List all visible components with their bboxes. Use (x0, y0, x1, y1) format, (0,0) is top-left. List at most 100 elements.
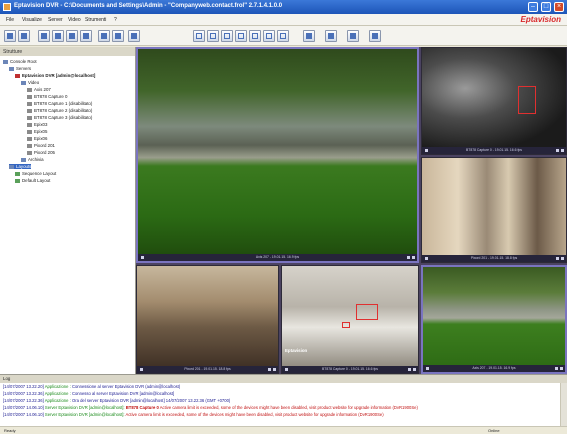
layout-2x2-icon[interactable] (207, 30, 219, 42)
layout-1p7-icon[interactable] (263, 30, 275, 42)
camera-icon (27, 123, 32, 127)
camera-icon (426, 367, 429, 370)
camera-caption: BT878 Capture 0 - 19.01.15. 16.6 fps (466, 148, 522, 152)
video-grid: Axis 207 - 19.01.15. 16.9 fps BT878 Capt… (136, 47, 567, 374)
tree-node-camera[interactable]: Epix06 (27, 136, 47, 141)
status-connection: Online (488, 428, 500, 433)
tree-node-camera[interactable]: BT878 Capture 0 (27, 94, 67, 99)
zoom-icon[interactable] (325, 30, 337, 42)
audio-icon (561, 257, 564, 260)
structure-panel: Strutture Console Root Servers Eptavisio… (0, 47, 136, 374)
tree-node-camera[interactable]: Epix05 (27, 129, 47, 134)
tree-node-camera[interactable]: Axis 207 (27, 87, 51, 92)
camera-icon (27, 137, 32, 141)
log-scrollbar[interactable] (560, 383, 567, 427)
tree-node-servers[interactable]: Servers (9, 66, 31, 71)
motion-detection-box (342, 322, 350, 328)
log-line: [14/07/2007 13.22.36] Applicazione : Con… (3, 391, 175, 396)
tree-node-layout[interactable]: Sequence Layout (15, 171, 56, 176)
record-icon (408, 368, 411, 371)
camera-tile[interactable]: Pixord 201 - 19.01.15. 18.8 fps (136, 265, 279, 374)
camera-tile[interactable]: Pixord 201 - 19.01.15. 18.8 fps (421, 157, 567, 263)
camera-feed-image (137, 266, 278, 368)
audio-icon (412, 256, 415, 259)
settings-icon[interactable] (98, 30, 110, 42)
ptz-icon[interactable] (369, 30, 381, 42)
layout-icon (15, 172, 20, 176)
camera-icon (425, 257, 428, 260)
camera-icon (140, 368, 143, 371)
folder-icon (9, 67, 14, 71)
folder-icon (3, 60, 8, 64)
window-title: Eptavision DVR - C:\Documents and Settin… (14, 3, 283, 9)
tree-node-layouts[interactable]: Layouts (9, 164, 32, 169)
brand-logo: Eptavision (520, 15, 561, 24)
tree-node-server[interactable]: Eptavision DVR [admin@localhost] (15, 73, 95, 78)
monitor-icon[interactable] (303, 30, 315, 42)
menu-video[interactable]: Video (68, 17, 81, 23)
layout-3x3-icon[interactable] (221, 30, 233, 42)
playback-icon[interactable] (80, 30, 92, 42)
camera-icon (27, 130, 32, 134)
camera-tile[interactable]: BT878 Capture 0 - 19.01.15. 16.6 fps (421, 47, 567, 155)
log-line: [14/07/2007 14.06.10] Server Eptavision … (3, 405, 418, 410)
camera-feed-image (422, 158, 566, 257)
tree-node-camera[interactable]: Epix03 (27, 122, 47, 127)
structure-panel-header: Strutture (0, 47, 135, 56)
record-icon (555, 367, 558, 370)
minimize-button[interactable]: – (528, 2, 538, 12)
fullscreen-icon[interactable] (38, 30, 50, 42)
close-button[interactable]: × (554, 2, 564, 12)
camera-caption: BT878 Capture 0 - 19.01.15. 16.6 fps (322, 367, 378, 371)
tree-node-layout[interactable]: Default Layout (15, 178, 50, 183)
tree-node-console-root[interactable]: Console Root (3, 59, 37, 64)
menu-bar: File Visualize Server Video Strumenti ? … (0, 14, 567, 26)
tree-node-camera[interactable]: Pixord 205 (27, 150, 55, 155)
status-text: Ready (4, 428, 16, 433)
camera-icon (285, 368, 288, 371)
log-console: Log [14/07/2007 13.22.20] Applicazione :… (0, 374, 567, 427)
layout-1p5-icon[interactable] (249, 30, 261, 42)
camera-icon (27, 116, 32, 120)
tree-node-archive[interactable]: Archivia (21, 157, 44, 162)
camera-feed-image (422, 48, 566, 149)
tree-node-camera[interactable]: BT878 Capture 1 (disabilitato) (27, 101, 92, 106)
record-icon[interactable] (66, 30, 78, 42)
sequence-icon[interactable] (347, 30, 359, 42)
maximize-button[interactable]: □ (541, 2, 551, 12)
menu-tools[interactable]: Strumenti (85, 17, 106, 23)
menu-file[interactable]: File (6, 17, 14, 23)
network-icon[interactable] (128, 30, 140, 42)
camera-tile[interactable]: Eptavision BT878 Capture 0 - 19.01.15. 1… (281, 265, 419, 374)
menu-server[interactable]: Server (48, 17, 63, 23)
menu-visualize[interactable]: Visualize (22, 17, 42, 23)
save-icon[interactable] (18, 30, 30, 42)
overlay-brand: Eptavision (285, 348, 308, 353)
layout-1x1-icon[interactable] (193, 30, 205, 42)
layout-custom-icon[interactable] (277, 30, 289, 42)
tree-node-camera[interactable]: BT878 Capture 3 (disabilitato) (27, 115, 92, 120)
layout-4x4-icon[interactable] (235, 30, 247, 42)
motion-detection-box (518, 86, 536, 114)
toolbar (0, 26, 567, 46)
tree-node-camera[interactable]: BT878 Capture 2 (disabilitato) (27, 108, 92, 113)
camera-tile[interactable]: Axis 207 - 19.01.15. 16.9 fps (421, 265, 567, 374)
motion-detection-box (356, 304, 378, 320)
menu-help[interactable]: ? (114, 17, 117, 23)
snapshot-icon[interactable] (52, 30, 64, 42)
log-console-header: Log (0, 375, 567, 383)
open-icon[interactable] (4, 30, 16, 42)
camera-icon (141, 256, 144, 259)
tree-node-camera[interactable]: Pixord 201 (27, 143, 55, 148)
log-line: [14/07/2007 13.22.20] Applicazione : Con… (3, 384, 181, 389)
camera-caption: Pixord 201 - 19.01.15. 18.8 fps (184, 367, 231, 371)
camera-icon (27, 95, 32, 99)
layout-icon (15, 179, 20, 183)
camera-icon (27, 151, 32, 155)
search-icon[interactable] (112, 30, 124, 42)
application-window: Eptavision DVR - C:\Documents and Settin… (0, 0, 567, 434)
record-icon (556, 149, 559, 152)
tree-node-video[interactable]: Video (21, 80, 39, 85)
camera-caption: Axis 207 - 19.01.15. 16.9 fps (472, 366, 516, 370)
camera-tile[interactable]: Axis 207 - 19.01.15. 16.9 fps (136, 47, 419, 263)
